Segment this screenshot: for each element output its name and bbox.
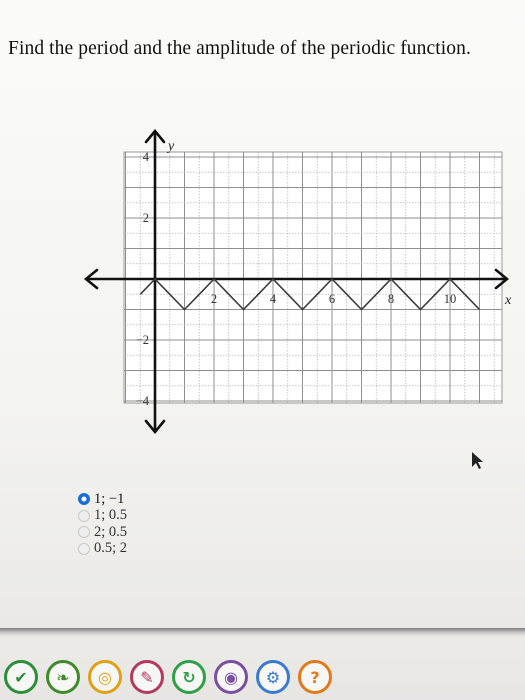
- pin-icon[interactable]: ✎: [130, 660, 164, 694]
- radio-button-icon[interactable]: [78, 493, 90, 505]
- circle-arrow-icon[interactable]: ↻: [172, 660, 206, 694]
- settings-icon[interactable]: ⚙: [256, 660, 290, 694]
- choice-label: 0.5; 2: [94, 540, 128, 556]
- y-tick-label: −4: [136, 394, 150, 408]
- leaf-icon[interactable]: ❧: [46, 660, 80, 694]
- graph: x y 2 4 6 8 10 4 2 −2 −4: [0, 0, 525, 470]
- choice-label: 1; −1: [94, 490, 125, 507]
- choice-4[interactable]: 0.5; 2: [78, 540, 128, 557]
- radio-button-icon[interactable]: [78, 526, 90, 538]
- radio-button-icon[interactable]: [78, 509, 90, 522]
- answer-choices: 1; −1 1; 0.5 2; 0.5 0.5; 2: [78, 491, 127, 557]
- choice-label: 2; 0.5: [94, 523, 128, 540]
- x-tick-label: 10: [444, 292, 457, 306]
- x-tick-label: 6: [329, 292, 335, 306]
- x-tick-label: 8: [388, 292, 394, 306]
- radio-button-icon[interactable]: [78, 542, 90, 555]
- y-tick-label: −2: [136, 333, 149, 347]
- grid-background: [123, 151, 503, 404]
- help-icon[interactable]: ?: [298, 660, 332, 694]
- function-graph: x y 2 4 6 8 10 4 2 −2 −4: [83, 128, 512, 469]
- taskbar: ✔ ❧ ◎ ✎ ↻ ◉ ⚙?: [0, 660, 525, 700]
- choice-3[interactable]: 2; 0.5: [78, 524, 127, 540]
- x-axis-label: x: [504, 293, 512, 308]
- choice-label: 1; 0.5: [94, 507, 128, 523]
- check-icon[interactable]: ✔: [4, 660, 38, 694]
- mouse-pointer-icon: [472, 452, 483, 469]
- y-tick-label: 4: [143, 150, 150, 164]
- eye-icon[interactable]: ◉: [214, 660, 248, 694]
- y-axis-label: y: [166, 139, 175, 154]
- y-tick-label: 2: [143, 211, 149, 225]
- target-icon[interactable]: ◎: [88, 660, 122, 694]
- x-tick-label: 2: [211, 292, 217, 306]
- choice-2[interactable]: 1; 0.5: [78, 507, 128, 524]
- choice-1[interactable]: 1; −1: [78, 491, 127, 507]
- x-tick-label: 4: [270, 292, 277, 306]
